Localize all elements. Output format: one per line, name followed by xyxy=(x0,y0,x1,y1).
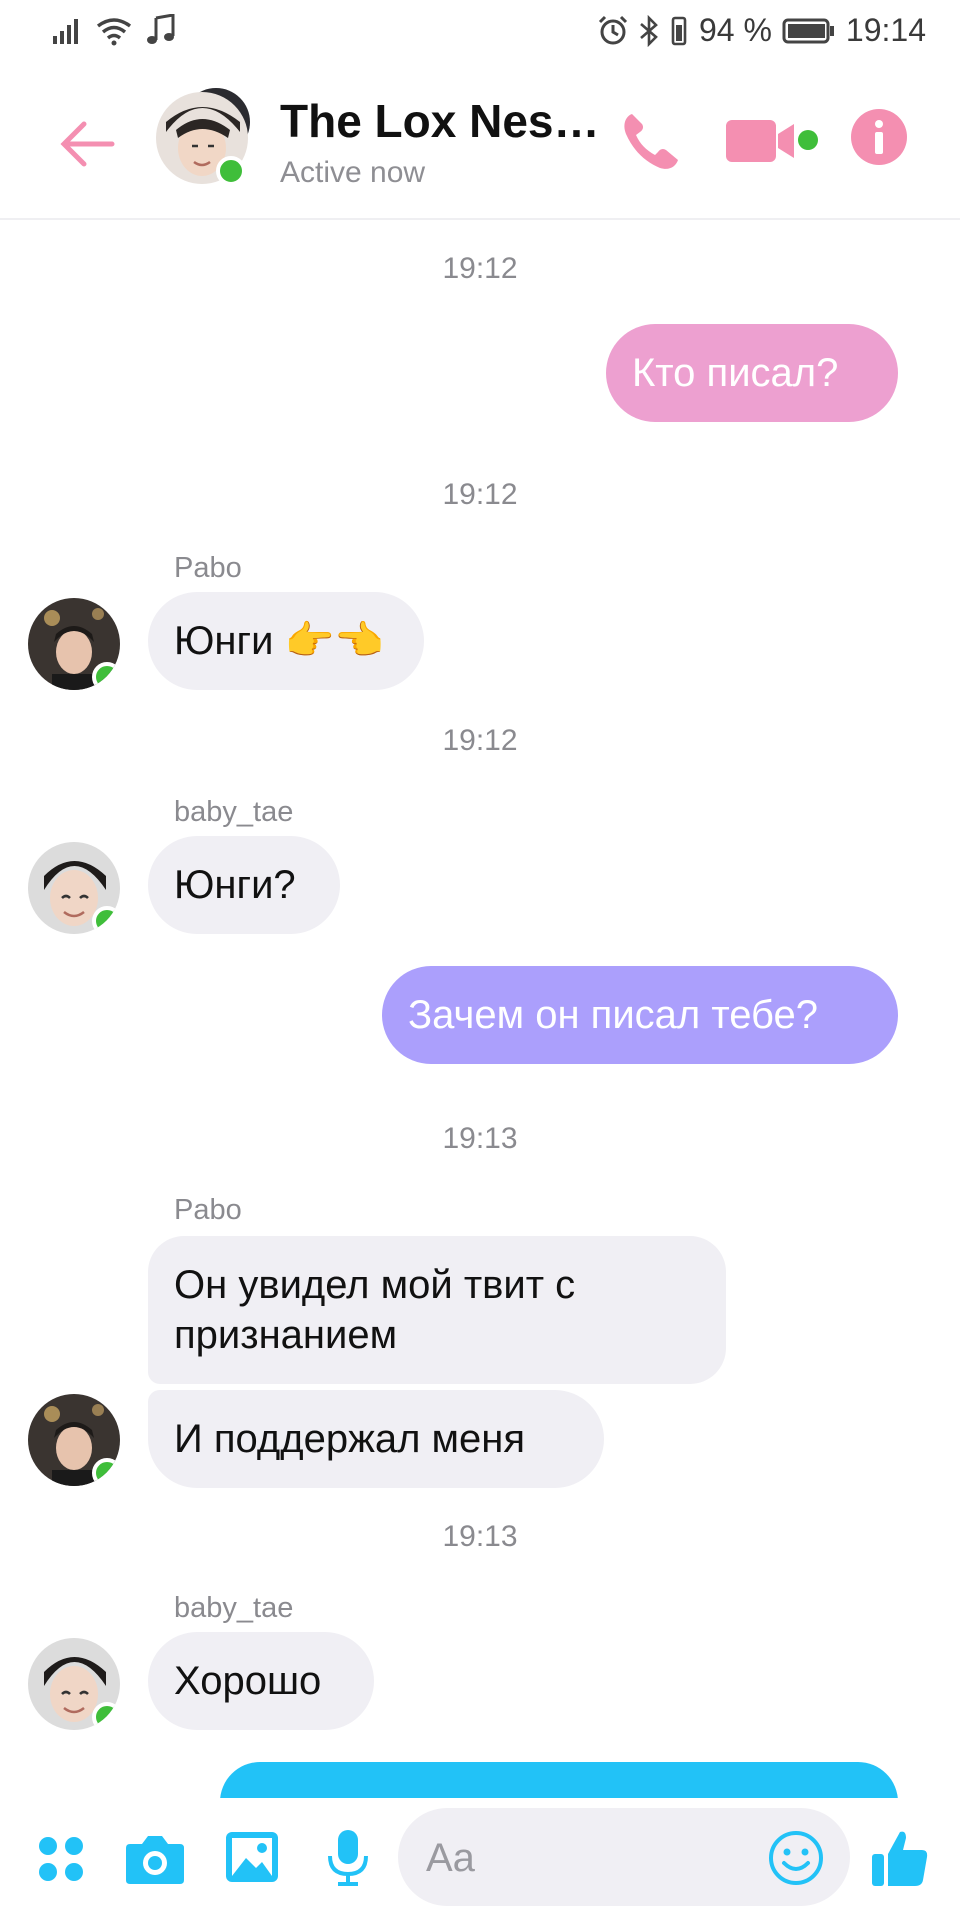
bluetooth-icon xyxy=(640,14,658,47)
message-outgoing[interactable]: Кто писал? xyxy=(606,324,898,422)
status-time: 19:14 xyxy=(845,12,926,48)
active-status: Active now xyxy=(280,156,426,189)
message-incoming[interactable]: И поддержал меня xyxy=(148,1390,604,1488)
apps-grid-icon[interactable] xyxy=(36,1834,86,1884)
thumbs-up-icon[interactable] xyxy=(868,1826,932,1890)
avatar-baby-tae[interactable] xyxy=(28,1638,120,1730)
message-incoming[interactable]: Юнги? xyxy=(148,836,340,934)
sender-name: baby_tae xyxy=(174,796,294,828)
online-status-dot xyxy=(92,1458,120,1486)
avatar-baby-tae[interactable] xyxy=(28,842,120,934)
sender-name: Pabo xyxy=(174,1194,242,1226)
timestamp: 19:13 xyxy=(442,1520,518,1553)
message-line: признанием xyxy=(174,1313,398,1357)
online-status-dot xyxy=(92,1702,120,1730)
alarm-icon xyxy=(598,15,628,44)
sender-name: baby_tae xyxy=(174,1592,294,1624)
camera-icon[interactable] xyxy=(124,1832,186,1886)
message-input[interactable] xyxy=(424,1830,748,1886)
sender-name: Pabo xyxy=(174,552,242,584)
gallery-icon[interactable] xyxy=(224,1830,280,1884)
message-input-container[interactable] xyxy=(398,1808,850,1906)
message-outgoing[interactable]: Зачем он писал тебе? xyxy=(382,966,898,1064)
message-outgoing-partial[interactable] xyxy=(220,1762,898,1798)
timestamp: 19:12 xyxy=(442,252,518,285)
phone-icon[interactable] xyxy=(618,108,684,174)
message-incoming[interactable]: Он увидел мой твит с признанием xyxy=(148,1236,726,1384)
battery-icon xyxy=(782,18,834,43)
microphone-icon[interactable] xyxy=(326,1828,370,1888)
video-call-icon[interactable] xyxy=(724,114,820,168)
wifi-icon xyxy=(96,18,132,46)
timestamp: 19:12 xyxy=(442,724,518,757)
timestamp: 19:12 xyxy=(442,478,518,511)
avatar-pabo[interactable] xyxy=(28,1394,120,1486)
back-arrow-icon[interactable] xyxy=(56,112,120,176)
chat-title[interactable]: The Lox Nes… xyxy=(280,94,600,148)
music-note-icon xyxy=(147,14,175,44)
message-composer xyxy=(0,1798,960,1920)
message-list[interactable]: 19:12 Кто писал? 19:12 Pabo Юнги 👉👈 19:1… xyxy=(0,218,960,1798)
emoji-icon[interactable] xyxy=(768,1830,824,1886)
status-bar: 94 % 19:14 xyxy=(0,0,960,64)
online-status-dot xyxy=(92,906,120,934)
signal-icon xyxy=(53,19,78,44)
timestamp: 19:13 xyxy=(442,1122,518,1155)
online-status-dot xyxy=(216,156,246,186)
message-incoming[interactable]: Хорошо xyxy=(148,1632,374,1730)
message-line: Он увидел мой твит с xyxy=(174,1263,576,1307)
vibrate-icon xyxy=(671,16,687,45)
battery-percent: 94 % xyxy=(698,12,772,48)
info-icon[interactable] xyxy=(850,108,908,166)
chat-header: The Lox Nes… Active now xyxy=(0,64,960,220)
online-status-dot xyxy=(92,662,120,690)
avatar-pabo[interactable] xyxy=(28,598,120,690)
message-incoming[interactable]: Юнги 👉👈 xyxy=(148,592,424,690)
